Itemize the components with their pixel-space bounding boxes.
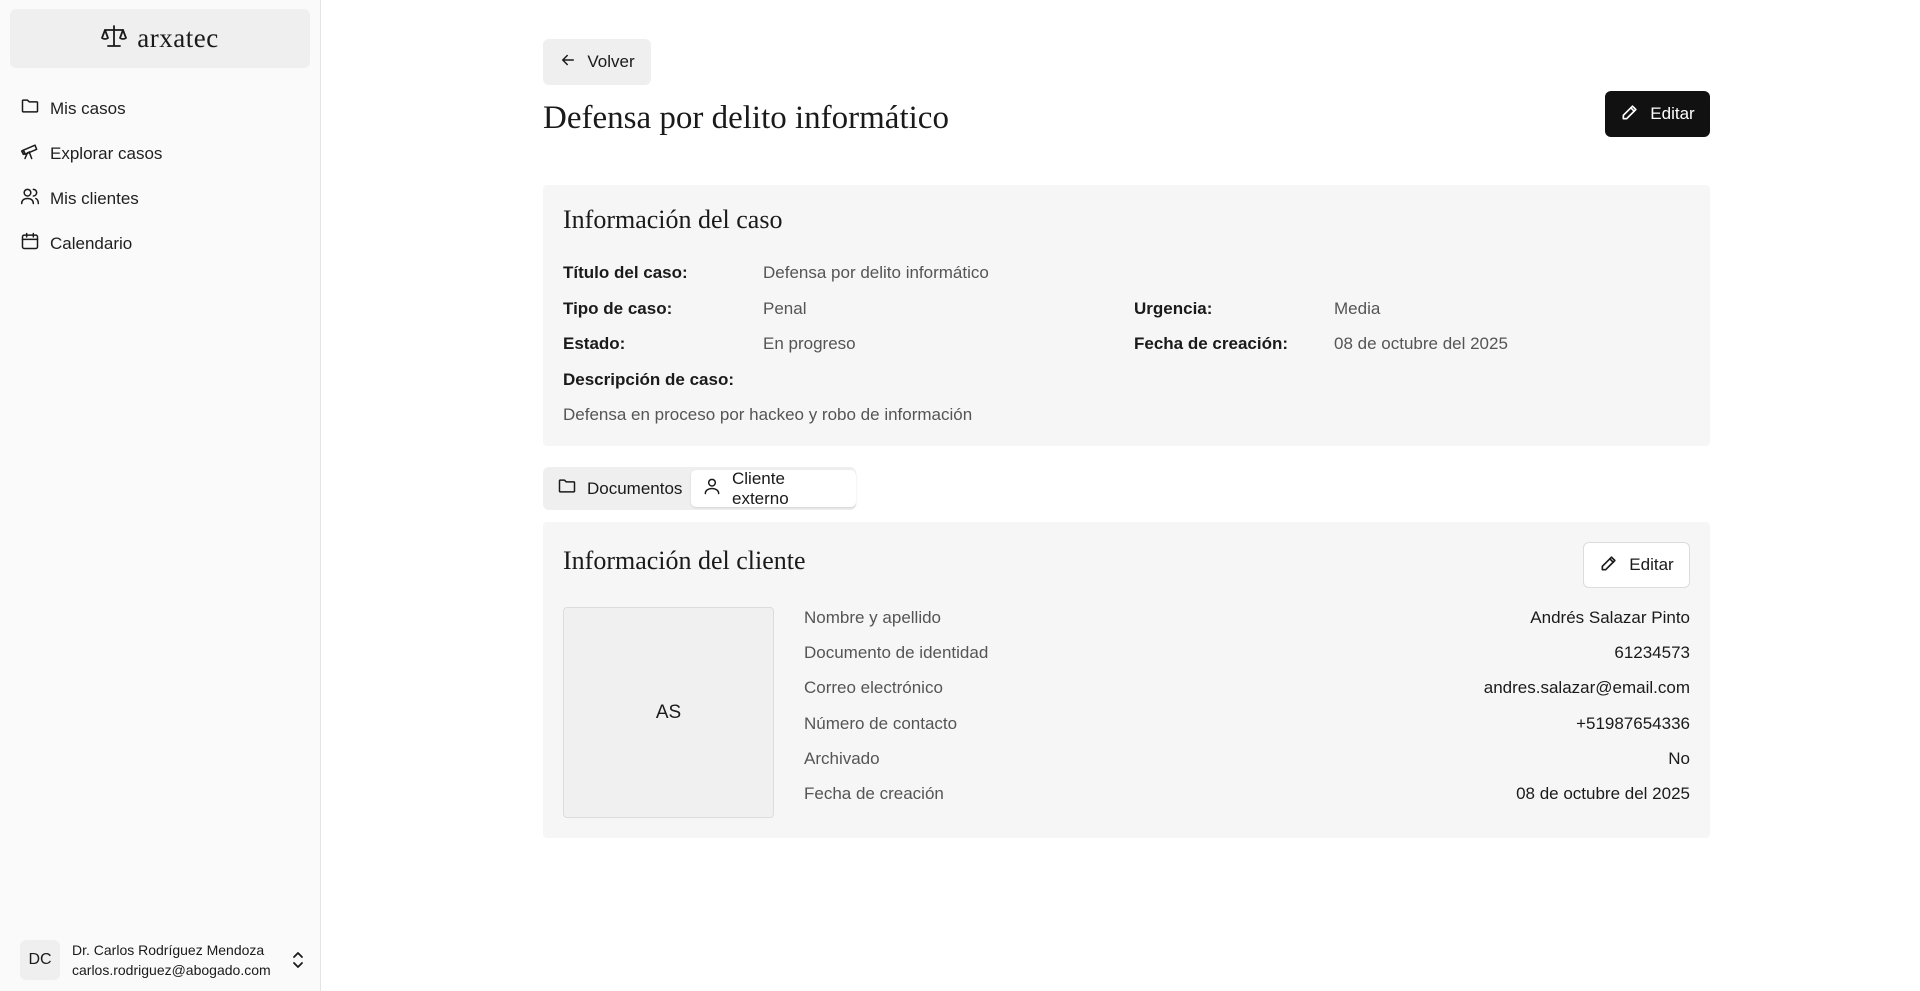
case-status-label: Estado: (563, 334, 626, 353)
client-field-row: Fecha de creación 08 de octubre del 2025 (804, 776, 1690, 811)
tab-cliente-externo[interactable]: Cliente externo (691, 468, 856, 508)
client-field-value: +51987654336 (1576, 713, 1690, 733)
case-info-card: Información del caso Título del caso: De… (543, 185, 1710, 446)
sidebar-item-label: Calendario (50, 233, 133, 253)
case-created-value: 08 de octubre del 2025 (1334, 334, 1508, 353)
client-field-value: 08 de octubre del 2025 (1516, 783, 1690, 803)
client-field-row: Correo electrónico andres.salazar@email.… (804, 670, 1690, 705)
pencil-icon (1599, 553, 1619, 578)
case-tabs: Documentos Cliente externo (543, 467, 856, 510)
client-field-value: andres.salazar@email.com (1483, 677, 1690, 697)
user-info: Dr. Carlos Rodríguez Mendoza carlos.rodr… (72, 940, 274, 980)
folder-icon (20, 96, 40, 121)
client-field-label: Fecha de creación (804, 783, 944, 803)
user-icon (702, 476, 722, 501)
case-urgency-label: Urgencia: (1134, 299, 1213, 318)
case-type-value: Penal (763, 299, 807, 318)
chevron-up-down-icon[interactable] (286, 951, 310, 969)
client-field-row: Nombre y apellido Andrés Salazar Pinto (804, 600, 1690, 635)
client-field-value: No (1668, 748, 1690, 768)
sidebar-item-calendario[interactable]: Calendario (10, 221, 310, 266)
edit-case-button[interactable]: Editar (1605, 91, 1710, 137)
case-description-value: Defensa en proceso por hackeo y robo de … (563, 405, 973, 424)
tab-label: Documentos (587, 478, 683, 498)
sidebar-nav: Mis casos Explorar casos Mis clientes Ca… (10, 86, 310, 266)
client-field-label: Nombre y apellido (804, 607, 942, 627)
case-title-value: Defensa por delito informático (763, 263, 989, 282)
edit-case-label: Editar (1650, 104, 1695, 123)
back-button[interactable]: Volver (543, 39, 651, 85)
page-title: Defensa por delito informático (543, 100, 949, 136)
case-urgency-value: Media (1334, 299, 1381, 318)
client-field-label: Archivado (804, 748, 880, 768)
calendar-icon (20, 231, 40, 256)
sidebar-item-label: Mis casos (50, 98, 126, 118)
sidebar-item-explorar-casos[interactable]: Explorar casos (10, 131, 310, 176)
tab-label: Cliente externo (732, 468, 789, 508)
edit-client-label: Editar (1629, 555, 1674, 574)
client-info-card: Información del cliente Editar AS Nombre… (543, 522, 1710, 838)
client-field-row: Archivado No (804, 741, 1690, 776)
case-title-label: Título del caso: (563, 263, 688, 282)
case-info-heading: Información del caso (563, 205, 783, 234)
scales-icon (101, 24, 128, 53)
client-field-value: Andrés Salazar Pinto (1530, 607, 1690, 627)
back-button-label: Volver (587, 52, 635, 71)
case-status-value: En progreso (763, 334, 856, 353)
case-type-label: Tipo de caso: (563, 299, 673, 318)
pencil-icon (1620, 102, 1640, 127)
user-email: carlos.rodriguez@abogado.com (72, 962, 271, 978)
sidebar: arxatec Mis casos Explorar casos Mis cli… (0, 0, 321, 991)
edit-client-button[interactable]: Editar (1583, 542, 1690, 588)
users-icon (20, 186, 40, 211)
sidebar-item-mis-clientes[interactable]: Mis clientes (10, 176, 310, 221)
client-field-value: 61234573 (1614, 642, 1690, 662)
sidebar-item-label: Explorar casos (50, 143, 163, 163)
client-info-heading: Información del cliente (563, 546, 806, 575)
client-field-label: Documento de identidad (804, 642, 989, 662)
user-name: Dr. Carlos Rodríguez Mendoza (72, 942, 265, 958)
client-field-label: Número de contacto (804, 713, 958, 733)
client-field-row: Documento de identidad 61234573 (804, 635, 1690, 670)
case-description-label: Descripción de caso: (563, 370, 735, 389)
avatar: DC (20, 940, 60, 980)
client-avatar: AS (563, 607, 774, 818)
brand-name: arxatec (137, 23, 219, 53)
case-created-label: Fecha de creación: (1134, 334, 1289, 353)
brand-logo[interactable]: arxatec (10, 9, 310, 68)
sidebar-item-label: Mis clientes (50, 188, 139, 208)
sidebar-item-mis-casos[interactable]: Mis casos (10, 86, 310, 131)
user-menu[interactable]: DC Dr. Carlos Rodríguez Mendoza carlos.r… (10, 935, 310, 985)
tab-documentos[interactable]: Documentos (546, 470, 693, 507)
client-field-label: Correo electrónico (804, 677, 943, 697)
folder-icon (557, 476, 577, 501)
client-field-row: Número de contacto +51987654336 (804, 706, 1690, 741)
arrow-left-icon (559, 51, 577, 74)
telescope-icon (20, 141, 40, 166)
